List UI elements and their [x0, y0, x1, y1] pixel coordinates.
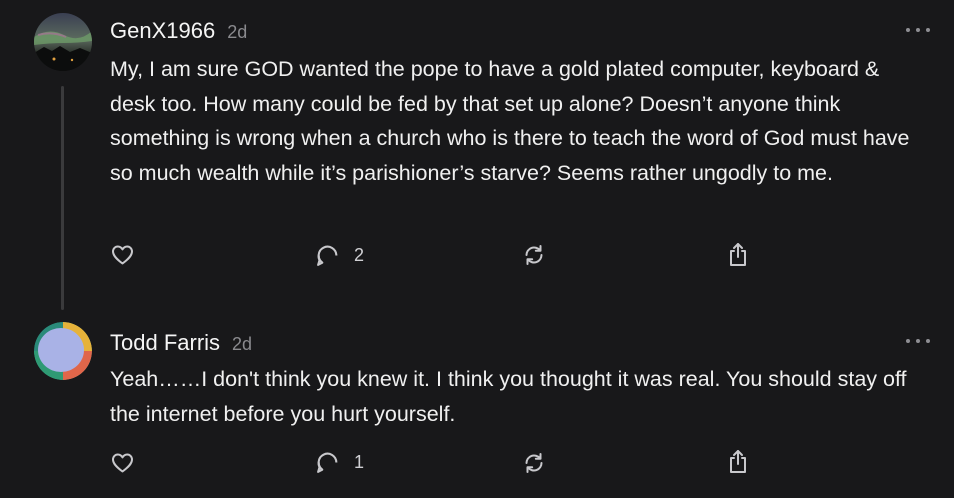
- avatar[interactable]: [34, 13, 92, 71]
- username[interactable]: Todd Farris: [110, 330, 220, 356]
- more-dots-icon[interactable]: [906, 25, 930, 35]
- repost-arrows-icon: [525, 245, 543, 265]
- reply-count: 2: [354, 245, 365, 265]
- timestamp: 2d: [232, 334, 253, 354]
- like-button[interactable]: [110, 243, 135, 267]
- more-dots-icon[interactable]: [906, 336, 930, 346]
- avatar[interactable]: [34, 322, 92, 380]
- share-button[interactable]: [726, 449, 750, 475]
- comment-text: My, I am sure GOD wanted the pope to hav…: [110, 57, 910, 185]
- timestamp: 2d: [227, 22, 248, 42]
- comment-text: Yeah……I don't think you knew it. I think…: [110, 367, 907, 426]
- comment-bubble-icon: [317, 245, 338, 266]
- comment-bubble-icon: [317, 452, 338, 473]
- reply-button[interactable]: 1: [315, 450, 364, 475]
- share-upload-icon: [730, 243, 746, 266]
- repost-button[interactable]: [522, 451, 546, 475]
- username[interactable]: GenX1966: [110, 18, 215, 44]
- heart-icon: [112, 245, 133, 265]
- repost-button[interactable]: [522, 243, 546, 267]
- reply-button[interactable]: 2: [315, 243, 364, 268]
- share-button[interactable]: [726, 242, 750, 268]
- heart-icon: [112, 453, 133, 473]
- repost-arrows-icon: [525, 453, 543, 473]
- share-upload-icon: [730, 450, 746, 473]
- thread-line: [61, 86, 64, 310]
- reply-count: 1: [354, 452, 365, 472]
- like-button[interactable]: [110, 451, 135, 475]
- comment-header: GenX1966 2d: [110, 18, 247, 44]
- comment-header: Todd Farris 2d: [110, 330, 252, 356]
